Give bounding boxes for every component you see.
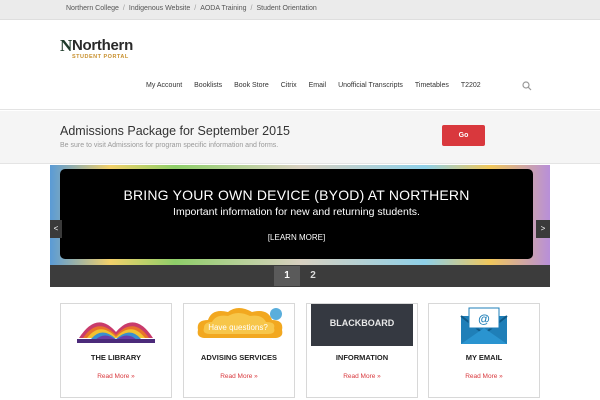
- logo-subtitle: STUDENT PORTAL: [72, 54, 129, 60]
- utility-link-indigenous-website[interactable]: Indigenous Website: [129, 5, 190, 12]
- slider-prev-button[interactable]: <: [50, 220, 62, 238]
- library-card[interactable]: THE LIBRARY Read More »: [60, 303, 172, 398]
- separator: /: [250, 5, 253, 12]
- nav-item-booklists[interactable]: Booklists: [194, 82, 222, 89]
- utility-link-student-orientation[interactable]: Student Orientation: [256, 5, 316, 12]
- northern-logo[interactable]: N Northern STUDENT PORTAL: [60, 36, 160, 64]
- pager-page-1[interactable]: 1: [274, 266, 300, 286]
- separator: /: [122, 5, 125, 12]
- main-nav: My Account Booklists Book Store Citrix E…: [146, 82, 491, 89]
- nav-item-email[interactable]: Email: [309, 82, 327, 89]
- pager-page-2[interactable]: 2: [300, 266, 326, 286]
- cloud-text: Have questions?: [208, 323, 268, 332]
- utility-link-northern-college[interactable]: Northern College: [66, 5, 119, 12]
- hero-slide: BRING YOUR OWN DEVICE (BYOD) AT NORTHERN…: [60, 169, 533, 259]
- top-utility-bar: Northern College / Indigenous Website / AODA…: [0, 0, 600, 20]
- nav-item-citrix[interactable]: Citrix: [281, 82, 297, 89]
- nav-item-t2202[interactable]: T2202: [461, 82, 481, 89]
- announcement-subtitle: Be sure to visit Admissions for program …: [60, 142, 279, 149]
- nav-item-unofficial-transcripts[interactable]: Unofficial Transcripts: [338, 82, 403, 89]
- read-more-link[interactable]: Read More »: [61, 373, 171, 380]
- slider-next-button[interactable]: >: [536, 220, 550, 238]
- go-button[interactable]: Go: [442, 125, 485, 146]
- search-icon[interactable]: [522, 81, 532, 91]
- slider-pager: 1 2: [50, 265, 550, 287]
- read-more-link[interactable]: Read More »: [184, 373, 294, 380]
- card-title: THE LIBRARY: [90, 353, 142, 362]
- separator: /: [194, 5, 197, 12]
- nav-item-timetables[interactable]: Timetables: [415, 82, 449, 89]
- open-book-icon: [77, 322, 155, 343]
- blackboard-text: BLACKBOARD: [330, 318, 395, 328]
- utility-links: Northern College / Indigenous Website / AODA…: [66, 5, 317, 12]
- information-card[interactable]: BLACKBOARD INFORMATION Read More »: [306, 303, 418, 398]
- blackboard-icon: BLACKBOARD: [311, 304, 413, 346]
- at-symbol: @: [478, 312, 490, 326]
- slide-subtitle: Important information for new and return…: [173, 206, 420, 218]
- have-questions-cloud-icon: Have questions?: [197, 308, 283, 338]
- read-more-link[interactable]: Read More »: [307, 373, 417, 380]
- nav-item-book-store[interactable]: Book Store: [234, 82, 269, 89]
- site-header: N Northern STUDENT PORTAL My Account Boo…: [0, 20, 600, 110]
- advising-services-card[interactable]: Have questions? ADVISING SERVICES Read M…: [183, 303, 295, 398]
- slide-title: BRING YOUR OWN DEVICE (BYOD) AT NORTHERN: [123, 187, 470, 203]
- card-title: ADVISING SERVICES: [200, 353, 278, 362]
- logo-wordmark: Northern: [72, 37, 133, 54]
- read-more-link[interactable]: Read More »: [429, 373, 539, 380]
- email-envelope-icon: @: [460, 307, 508, 344]
- announcement-title: Admissions Package for September 2015: [60, 124, 290, 138]
- utility-link-aoda-training[interactable]: AODA Training: [200, 5, 246, 12]
- card-title: MY EMAIL: [465, 353, 503, 362]
- my-email-card[interactable]: @ MY EMAIL Read More »: [428, 303, 540, 398]
- announcement-strip: Admissions Package for September 2015 Be…: [0, 111, 600, 164]
- nav-item-my-account[interactable]: My Account: [146, 82, 182, 89]
- card-title: INFORMATION: [335, 353, 389, 362]
- logo-mark: N: [60, 36, 72, 55]
- learn-more-link[interactable]: [LEARN MORE]: [60, 233, 533, 242]
